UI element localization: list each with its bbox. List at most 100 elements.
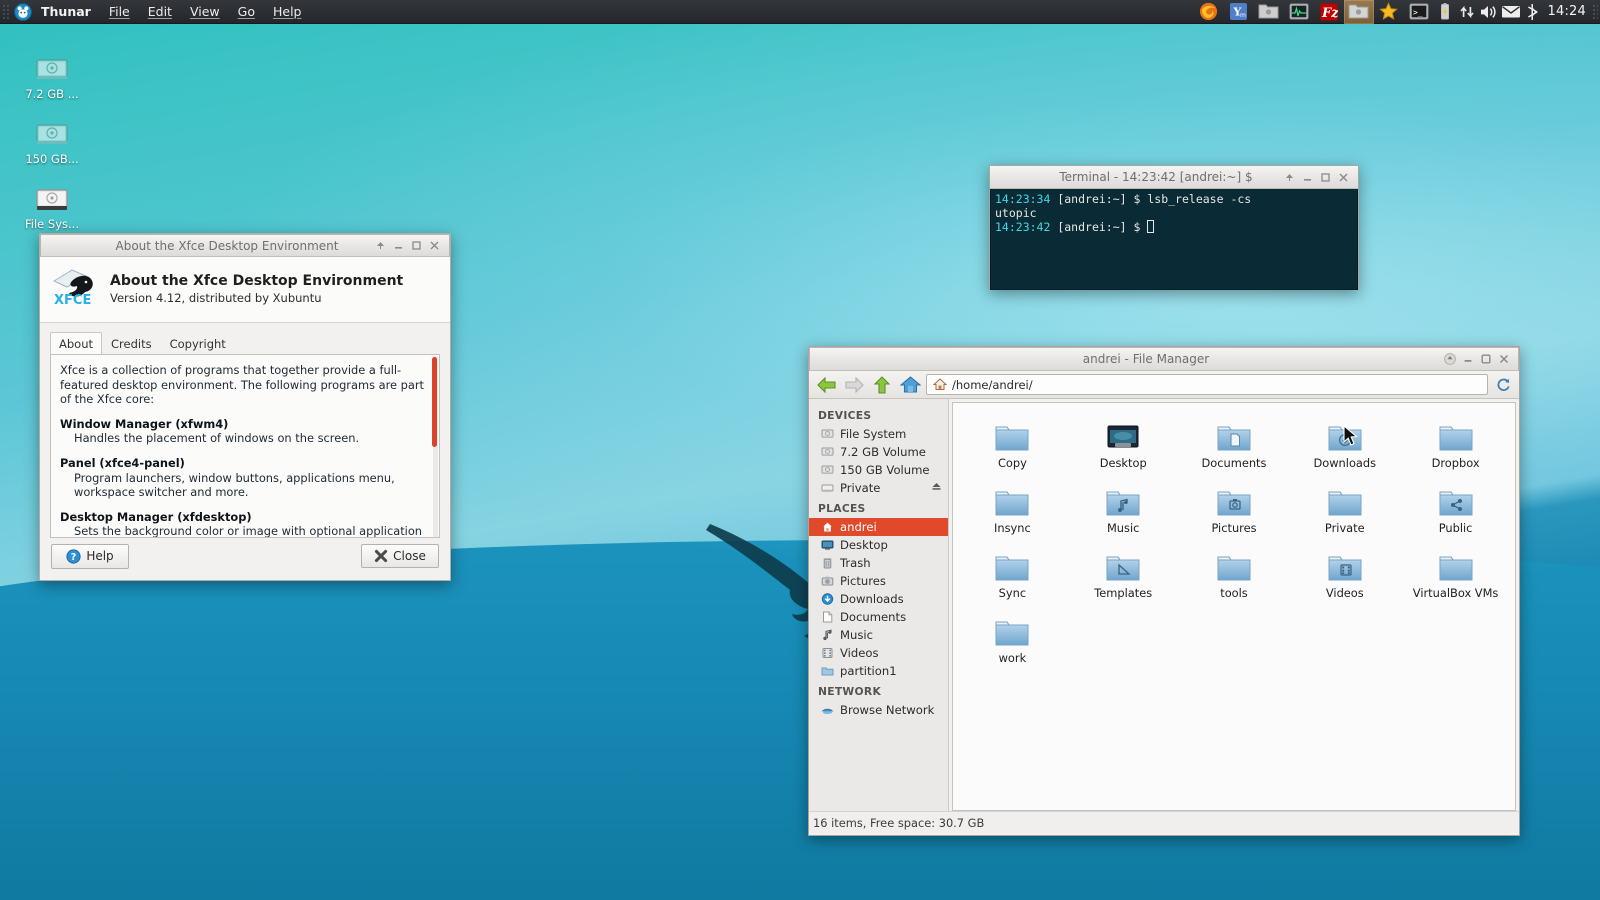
file-item-desktop[interactable]: Desktop bbox=[1068, 413, 1179, 470]
menu-view[interactable]: View bbox=[181, 1, 229, 22]
back-button[interactable] bbox=[814, 374, 838, 396]
file-manager-titlebar[interactable]: andrei - File Manager bbox=[809, 347, 1519, 371]
about-scrollbar-track[interactable] bbox=[432, 356, 438, 537]
file-item-copy[interactable]: Copy bbox=[957, 413, 1068, 470]
panel-app-menu[interactable]: Thunar File Edit View Go Help bbox=[10, 1, 310, 22]
desktop-root[interactable]: 7.2 GB ... 150 GB... File Sys... About t… bbox=[0, 0, 1600, 900]
minimize-button[interactable] bbox=[1460, 352, 1475, 367]
terminal-screen[interactable]: 14:23:34 [andrei:~] $ lsb_release -cs ut… bbox=[990, 189, 1358, 290]
file-item-work[interactable]: work bbox=[957, 608, 1068, 665]
eject-icon[interactable] bbox=[931, 481, 942, 495]
desktop-icon-volume-7-2gb[interactable]: 7.2 GB ... bbox=[10, 42, 94, 101]
help-button[interactable]: ? Help bbox=[51, 543, 129, 569]
file-item-documents[interactable]: Documents bbox=[1179, 413, 1290, 470]
file-item-videos[interactable]: Videos bbox=[1289, 543, 1400, 600]
panel-tray[interactable]: Y m Fz >_ 14:24 bbox=[1194, 0, 1600, 24]
filezilla-icon[interactable]: Fz bbox=[1314, 0, 1344, 24]
file-item-templates[interactable]: Templates bbox=[1068, 543, 1179, 600]
about-scrollbar-thumb[interactable] bbox=[432, 357, 437, 447]
terminal-window-button-icon[interactable]: >_ bbox=[1404, 0, 1434, 24]
firefox-icon[interactable] bbox=[1194, 0, 1224, 24]
sidebar-item-volume-7-2gb[interactable]: 7.2 GB Volume bbox=[809, 443, 948, 461]
file-item-insync[interactable]: Insync bbox=[957, 478, 1068, 535]
system-monitor-icon[interactable] bbox=[1284, 0, 1314, 24]
terminal-window-buttons[interactable] bbox=[1282, 170, 1358, 185]
battery-charging-icon[interactable] bbox=[1434, 0, 1456, 24]
file-manager-toolbar[interactable]: /home/andrei/ bbox=[809, 371, 1519, 399]
maximize-button[interactable] bbox=[409, 238, 424, 253]
sidebar-item-partition1[interactable]: partition1 bbox=[809, 662, 948, 680]
terminal-titlebar[interactable]: Terminal - 14:23:42 [andrei:~] $ bbox=[990, 166, 1358, 189]
menu-go[interactable]: Go bbox=[229, 1, 264, 22]
panel-grip-left[interactable] bbox=[2, 3, 10, 20]
about-tabs[interactable]: About Credits Copyright bbox=[40, 323, 450, 355]
harddisk-icon bbox=[820, 427, 834, 441]
file-item-pictures[interactable]: Pictures bbox=[1179, 478, 1290, 535]
file-item-private[interactable]: Private bbox=[1289, 478, 1400, 535]
sidebar-item-andrei[interactable]: andrei bbox=[809, 518, 948, 536]
tab-copyright[interactable]: Copyright bbox=[161, 332, 235, 355]
sidebar-item-pictures[interactable]: Pictures bbox=[809, 572, 948, 590]
file-manager-window-buttons[interactable] bbox=[1442, 352, 1518, 367]
file-item-tools[interactable]: tools bbox=[1179, 543, 1290, 600]
path-bar[interactable]: /home/andrei/ bbox=[926, 374, 1488, 395]
sidebar-item-desktop[interactable]: Desktop bbox=[809, 536, 948, 554]
file-item-music[interactable]: Music bbox=[1068, 478, 1179, 535]
panel-clock[interactable]: 14:24 bbox=[1544, 4, 1592, 19]
sidebar-item-browse-network[interactable]: Browse Network bbox=[809, 701, 948, 719]
volume-icon[interactable] bbox=[1478, 0, 1500, 24]
reload-button[interactable] bbox=[1492, 374, 1514, 396]
sidebar-item-volume-150gb[interactable]: 150 GB Volume bbox=[809, 461, 948, 479]
file-manager-window[interactable]: andrei - File Manager /home/andrei/ DEVI… bbox=[808, 346, 1520, 836]
sidebar-item-file-system[interactable]: File System bbox=[809, 425, 948, 443]
bluetooth-icon[interactable] bbox=[1522, 0, 1544, 24]
file-item-virtualbox-vms[interactable]: VirtualBox VMs bbox=[1400, 543, 1511, 600]
file-item-sync[interactable]: Sync bbox=[957, 543, 1068, 600]
minimize-button[interactable] bbox=[391, 238, 406, 253]
mail-icon[interactable] bbox=[1500, 0, 1522, 24]
close-button[interactable] bbox=[1496, 352, 1511, 367]
close-button[interactable] bbox=[427, 238, 442, 253]
file-item-public[interactable]: Public bbox=[1400, 478, 1511, 535]
file-item-dropbox[interactable]: Dropbox bbox=[1400, 413, 1511, 470]
about-scroll-pane[interactable]: Xfce is a collection of programs that to… bbox=[50, 354, 440, 538]
close-dialog-button[interactable]: Close bbox=[361, 544, 439, 568]
shade-button[interactable] bbox=[373, 238, 388, 253]
about-xfce-window[interactable]: About the Xfce Desktop Environment XFCE … bbox=[39, 233, 451, 581]
terminal-window[interactable]: Terminal - 14:23:42 [andrei:~] $ 14:23:3… bbox=[989, 165, 1359, 290]
network-updown-icon[interactable] bbox=[1456, 0, 1478, 24]
desktop-icon-volume-150gb[interactable]: 150 GB... bbox=[10, 107, 94, 166]
file-manager-sidebar[interactable]: DEVICES File System 7.2 GB Volume 150 GB… bbox=[809, 399, 949, 811]
maximize-button[interactable] bbox=[1478, 352, 1493, 367]
tab-about[interactable]: About bbox=[50, 332, 103, 355]
folder-launcher-icon[interactable] bbox=[1254, 0, 1284, 24]
sidebar-item-videos[interactable]: Videos bbox=[809, 644, 948, 662]
top-panel[interactable]: Thunar File Edit View Go Help Y m Fz >_ … bbox=[0, 0, 1600, 24]
xubuntu-mouse-logo-icon[interactable] bbox=[10, 2, 32, 21]
panel-grip-right[interactable] bbox=[1592, 3, 1598, 20]
minimize-button[interactable] bbox=[1300, 170, 1315, 185]
maximize-button[interactable] bbox=[1318, 170, 1333, 185]
desktop-icon-filesystem[interactable]: File Sys... bbox=[10, 172, 94, 231]
yahoo-messenger-icon[interactable]: Y m bbox=[1224, 0, 1254, 24]
sidebar-item-documents[interactable]: Documents bbox=[809, 608, 948, 626]
menu-file[interactable]: File bbox=[100, 1, 139, 22]
sidebar-item-trash[interactable]: Trash bbox=[809, 554, 948, 572]
tab-credits[interactable]: Credits bbox=[102, 332, 161, 355]
close-button[interactable] bbox=[1336, 170, 1351, 185]
star-favorites-icon[interactable] bbox=[1374, 0, 1404, 24]
about-window-buttons[interactable] bbox=[373, 238, 449, 253]
sidebar-item-downloads[interactable]: Downloads bbox=[809, 590, 948, 608]
file-list-pane[interactable]: Copy Desktop Documents Downloads Dropbox… bbox=[952, 402, 1516, 811]
up-button[interactable] bbox=[870, 374, 894, 396]
sidebar-item-music[interactable]: Music bbox=[809, 626, 948, 644]
menu-edit[interactable]: Edit bbox=[139, 1, 181, 22]
home-button[interactable] bbox=[898, 374, 922, 396]
shade-button[interactable] bbox=[1442, 352, 1457, 367]
menu-help[interactable]: Help bbox=[264, 1, 311, 22]
sidebar-item-private[interactable]: Private bbox=[809, 479, 948, 497]
file-manager-window-button-icon[interactable] bbox=[1343, 0, 1374, 24]
folder-icon bbox=[1179, 543, 1290, 583]
shade-button[interactable] bbox=[1282, 170, 1297, 185]
about-titlebar[interactable]: About the Xfce Desktop Environment bbox=[40, 234, 450, 257]
